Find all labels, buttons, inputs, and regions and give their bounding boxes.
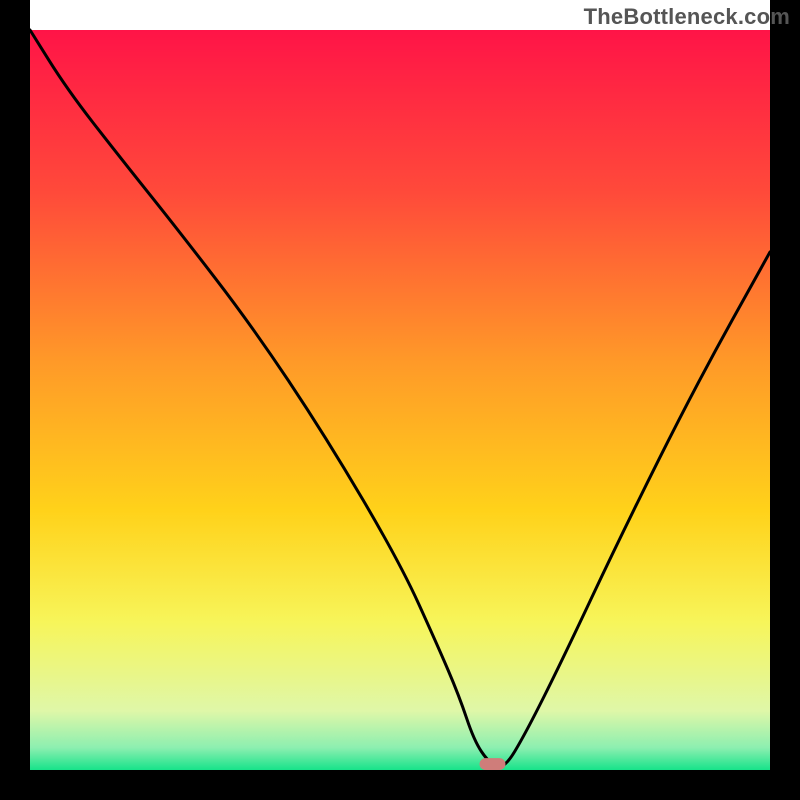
watermark-label: TheBottleneck.com <box>584 4 790 30</box>
bottleneck-chart <box>0 0 800 800</box>
minimum-marker <box>480 758 506 770</box>
chart-stage: TheBottleneck.com <box>0 0 800 800</box>
plot-background <box>30 30 770 770</box>
